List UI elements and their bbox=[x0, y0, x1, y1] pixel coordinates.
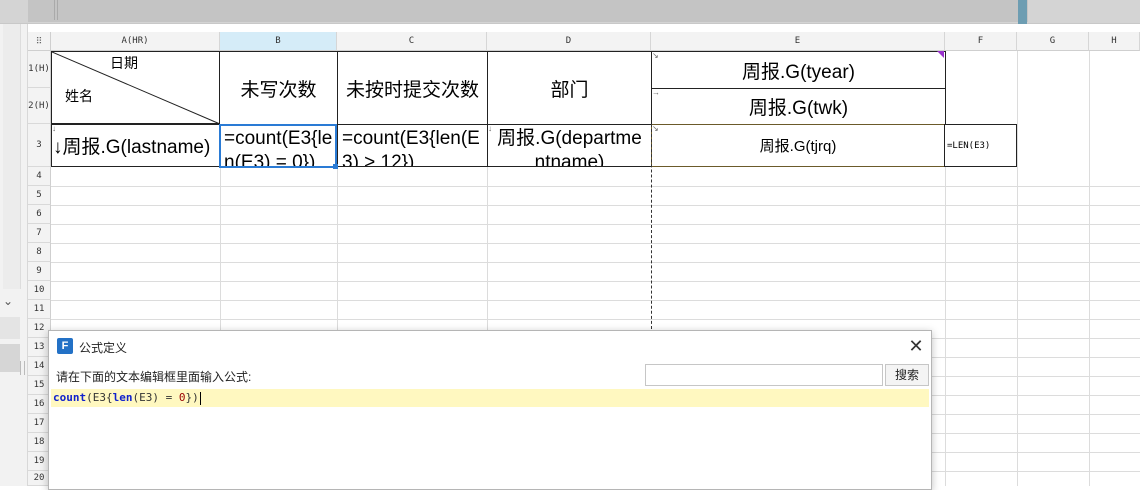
search-button[interactable]: 搜索 bbox=[885, 364, 929, 386]
diag-label-date: 日期 bbox=[110, 55, 138, 71]
cell-f1-border bbox=[945, 51, 946, 125]
comment-marker bbox=[937, 51, 944, 58]
grid-line bbox=[51, 319, 1140, 320]
search-input[interactable] bbox=[645, 364, 883, 386]
cell-b1[interactable]: 未写次数 bbox=[219, 51, 338, 125]
cell-e3[interactable]: 周报.G(tjrq) bbox=[651, 124, 945, 167]
column-header-e[interactable]: E bbox=[651, 32, 945, 51]
toolbar-background bbox=[28, 0, 1028, 22]
expand-marker-icon: → bbox=[652, 88, 660, 97]
cell-b3[interactable]: =count(E3{len(E3) = 0}) bbox=[219, 124, 338, 167]
token-closing: }) bbox=[185, 391, 199, 404]
cell-d3-text: 周报.G(departmentname) bbox=[497, 128, 642, 167]
formula-line[interactable]: count(E3{len(E3) = 0}) bbox=[51, 389, 929, 407]
select-all-corner[interactable]: ⠿ bbox=[28, 32, 51, 51]
toolbar-grip[interactable] bbox=[54, 0, 58, 20]
expand-marker-icon: ↘ bbox=[652, 124, 659, 133]
left-panel-tab-2[interactable] bbox=[0, 344, 20, 372]
cell-d1[interactable]: 部门 bbox=[487, 51, 652, 125]
token-function: len bbox=[112, 391, 133, 404]
row-header-8[interactable]: 8 bbox=[28, 243, 51, 262]
grid-line bbox=[1089, 51, 1090, 486]
grid-line bbox=[51, 262, 1140, 263]
row-header-10[interactable]: 10 bbox=[28, 281, 51, 300]
row-header-4[interactable]: 4 bbox=[28, 167, 51, 186]
column-header-f[interactable]: F bbox=[945, 32, 1017, 51]
grid-line bbox=[51, 205, 1140, 206]
cell-c1-text: 未按时提交次数 bbox=[345, 79, 479, 101]
fill-handle[interactable] bbox=[333, 164, 338, 169]
formula-dialog: F 公式定义 ✕ 请在下面的文本编辑框里面输入公式: 搜索 count(E3{l… bbox=[48, 330, 932, 490]
column-header-b[interactable]: B bbox=[220, 32, 337, 51]
chevron-down-icon[interactable]: ⌄ bbox=[3, 294, 13, 308]
panel-resize-handle[interactable] bbox=[20, 361, 25, 375]
diag-label-name: 姓名 bbox=[65, 88, 93, 104]
cell-a3-text: ↓周报.G(lastname) bbox=[53, 137, 211, 158]
cell-e1-text: 周报.G(tyear) bbox=[742, 61, 855, 83]
expand-marker-icon: ↘ bbox=[652, 51, 659, 60]
app-logo-icon: F bbox=[57, 338, 73, 354]
cell-e2-text: 周报.G(twk) bbox=[748, 98, 849, 119]
grid-line bbox=[1017, 51, 1018, 486]
cell-c3-text: =count(E3{len(E3) > 12}) bbox=[342, 128, 480, 167]
cell-f3-text: =LEN(E3) bbox=[947, 140, 991, 151]
row-header-3[interactable]: 3 bbox=[28, 124, 51, 167]
left-panel-tab[interactable] bbox=[0, 317, 20, 339]
column-header-d[interactable]: D bbox=[487, 32, 651, 51]
cell-f3[interactable]: =LEN(E3) bbox=[944, 124, 1017, 167]
close-icon[interactable]: ✕ bbox=[905, 335, 927, 357]
expand-marker-icon: ↓ bbox=[488, 124, 492, 133]
token-reference: (E3) = bbox=[132, 391, 179, 404]
expand-marker-icon: ↓ bbox=[52, 124, 56, 133]
formula-editor[interactable]: count(E3{len(E3) = 0}) bbox=[51, 389, 929, 489]
column-header-c[interactable]: C bbox=[337, 32, 487, 51]
dialog-title: 公式定义 bbox=[79, 341, 128, 355]
cell-e3-text: 周报.G(tjrq) bbox=[759, 138, 837, 155]
row-header-11[interactable]: 11 bbox=[28, 300, 51, 319]
row-header-2[interactable]: 2(H) bbox=[28, 88, 51, 124]
grid-line bbox=[51, 243, 1140, 244]
row-header-1[interactable]: 1(H) bbox=[28, 51, 51, 88]
grid-line bbox=[51, 186, 1140, 187]
grid-line bbox=[51, 281, 1140, 282]
cell-b3-text: =count(E3{len(E3) = 0}) bbox=[224, 128, 333, 167]
cell-c1[interactable]: 未按时提交次数 bbox=[337, 51, 488, 125]
row-header-7[interactable]: 7 bbox=[28, 224, 51, 243]
cell-a1-diagonal-header[interactable]: 日期 姓名 bbox=[51, 51, 221, 125]
column-header-h[interactable]: H bbox=[1089, 32, 1140, 51]
column-header-g[interactable]: G bbox=[1017, 32, 1089, 51]
text-cursor bbox=[199, 391, 201, 405]
dialog-instruction: 请在下面的文本编辑框里面输入公式: bbox=[56, 370, 252, 384]
top-toolbar bbox=[0, 0, 1140, 24]
cell-b1-text: 未写次数 bbox=[240, 79, 317, 101]
cell-e1[interactable]: 周报.G(tyear) bbox=[651, 51, 946, 89]
cell-d1-text: 部门 bbox=[550, 79, 589, 101]
grid-line bbox=[51, 224, 1140, 225]
cell-d3[interactable]: 周报.G(departmentname) bbox=[487, 124, 652, 167]
row-header-5[interactable]: 5 bbox=[28, 186, 51, 205]
cell-e2[interactable]: 周报.G(twk) bbox=[651, 88, 946, 125]
cell-a3[interactable]: ↓周报.G(lastname) bbox=[51, 124, 221, 167]
token-reference: (E3{ bbox=[86, 391, 113, 404]
token-function: count bbox=[53, 391, 87, 404]
row-header-6[interactable]: 6 bbox=[28, 205, 51, 224]
cell-c3[interactable]: =count(E3{len(E3) > 12}) bbox=[337, 124, 488, 167]
dialog-titlebar[interactable]: F 公式定义 ✕ bbox=[49, 331, 931, 361]
left-panel: ⌄ bbox=[0, 24, 28, 486]
grid-line bbox=[51, 300, 1140, 301]
row-header-9[interactable]: 9 bbox=[28, 262, 51, 281]
toolbar-accent bbox=[1018, 0, 1027, 24]
left-panel-scrollbar[interactable] bbox=[3, 24, 21, 289]
page-break-line bbox=[651, 124, 652, 334]
column-header-a[interactable]: A(HR) bbox=[51, 32, 220, 51]
